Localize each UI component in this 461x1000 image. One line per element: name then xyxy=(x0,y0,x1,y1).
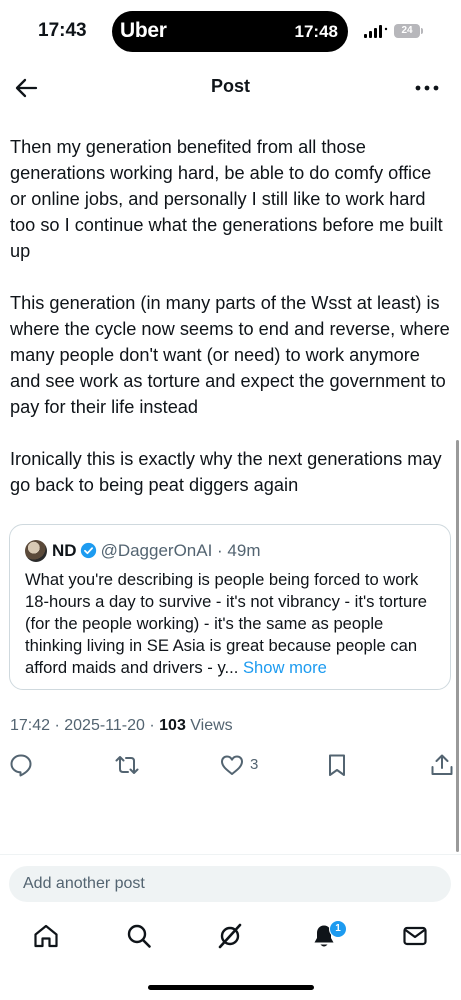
quoted-author-name[interactable]: ND xyxy=(52,541,77,560)
quoted-author-handle: @DaggerOnAI xyxy=(100,541,213,560)
divider xyxy=(0,854,461,855)
status-time: 17:43 xyxy=(38,20,87,41)
home-indicator[interactable] xyxy=(148,985,314,990)
quoted-post-card[interactable]: ND @DaggerOnAI · 49m What you're describ… xyxy=(9,524,451,690)
battery-tip xyxy=(421,28,423,34)
quoted-post-text: What you're describing is people being f… xyxy=(25,569,441,679)
post-timestamp[interactable]: 17:42 · 2025-11-20 · xyxy=(10,717,159,734)
quoted-post-header: ND @DaggerOnAI · 49m xyxy=(52,540,261,562)
post-text: Then my generation benefited from all th… xyxy=(10,134,450,524)
show-more-link[interactable]: Show more xyxy=(238,658,327,677)
dynamic-island[interactable]: Uber 17:48 xyxy=(112,11,348,52)
island-app-name: Uber xyxy=(120,19,167,42)
cellular-signal-icon xyxy=(364,25,388,38)
bookmark-icon[interactable] xyxy=(324,752,350,778)
post-paragraph: Ironically this is exactly why the next … xyxy=(10,449,442,495)
more-options-icon[interactable] xyxy=(412,74,442,102)
home-icon[interactable] xyxy=(32,922,60,950)
post-metadata: 17:42 · 2025-11-20 · 103 Views xyxy=(10,717,233,735)
avatar[interactable] xyxy=(25,540,47,562)
quoted-post-age: · 49m xyxy=(212,541,261,560)
views-count: 103 xyxy=(159,717,186,734)
reply-composer[interactable] xyxy=(9,866,461,902)
search-icon[interactable] xyxy=(125,922,153,950)
notification-count-badge: 1 xyxy=(329,920,347,938)
quoted-post-body: What you're describing is people being f… xyxy=(25,570,427,677)
messages-envelope-icon[interactable] xyxy=(401,922,429,950)
like-heart-icon[interactable] xyxy=(219,752,245,778)
post-paragraph: Then my generation benefited from all th… xyxy=(10,137,443,261)
views-label: Views xyxy=(185,717,233,734)
island-time: 17:48 xyxy=(294,22,338,41)
share-icon[interactable] xyxy=(429,752,455,778)
like-count: 3 xyxy=(250,756,259,773)
add-post-input[interactable] xyxy=(9,866,461,902)
reply-icon[interactable] xyxy=(8,752,34,778)
grok-icon[interactable] xyxy=(216,922,244,950)
battery-icon: 24 xyxy=(394,24,420,38)
repost-icon[interactable] xyxy=(114,752,140,778)
scrollbar[interactable] xyxy=(456,440,459,852)
verified-badge-icon xyxy=(80,542,96,559)
page-title: Post xyxy=(210,76,250,96)
post-paragraph: This generation (in many parts of the Ws… xyxy=(10,293,450,417)
